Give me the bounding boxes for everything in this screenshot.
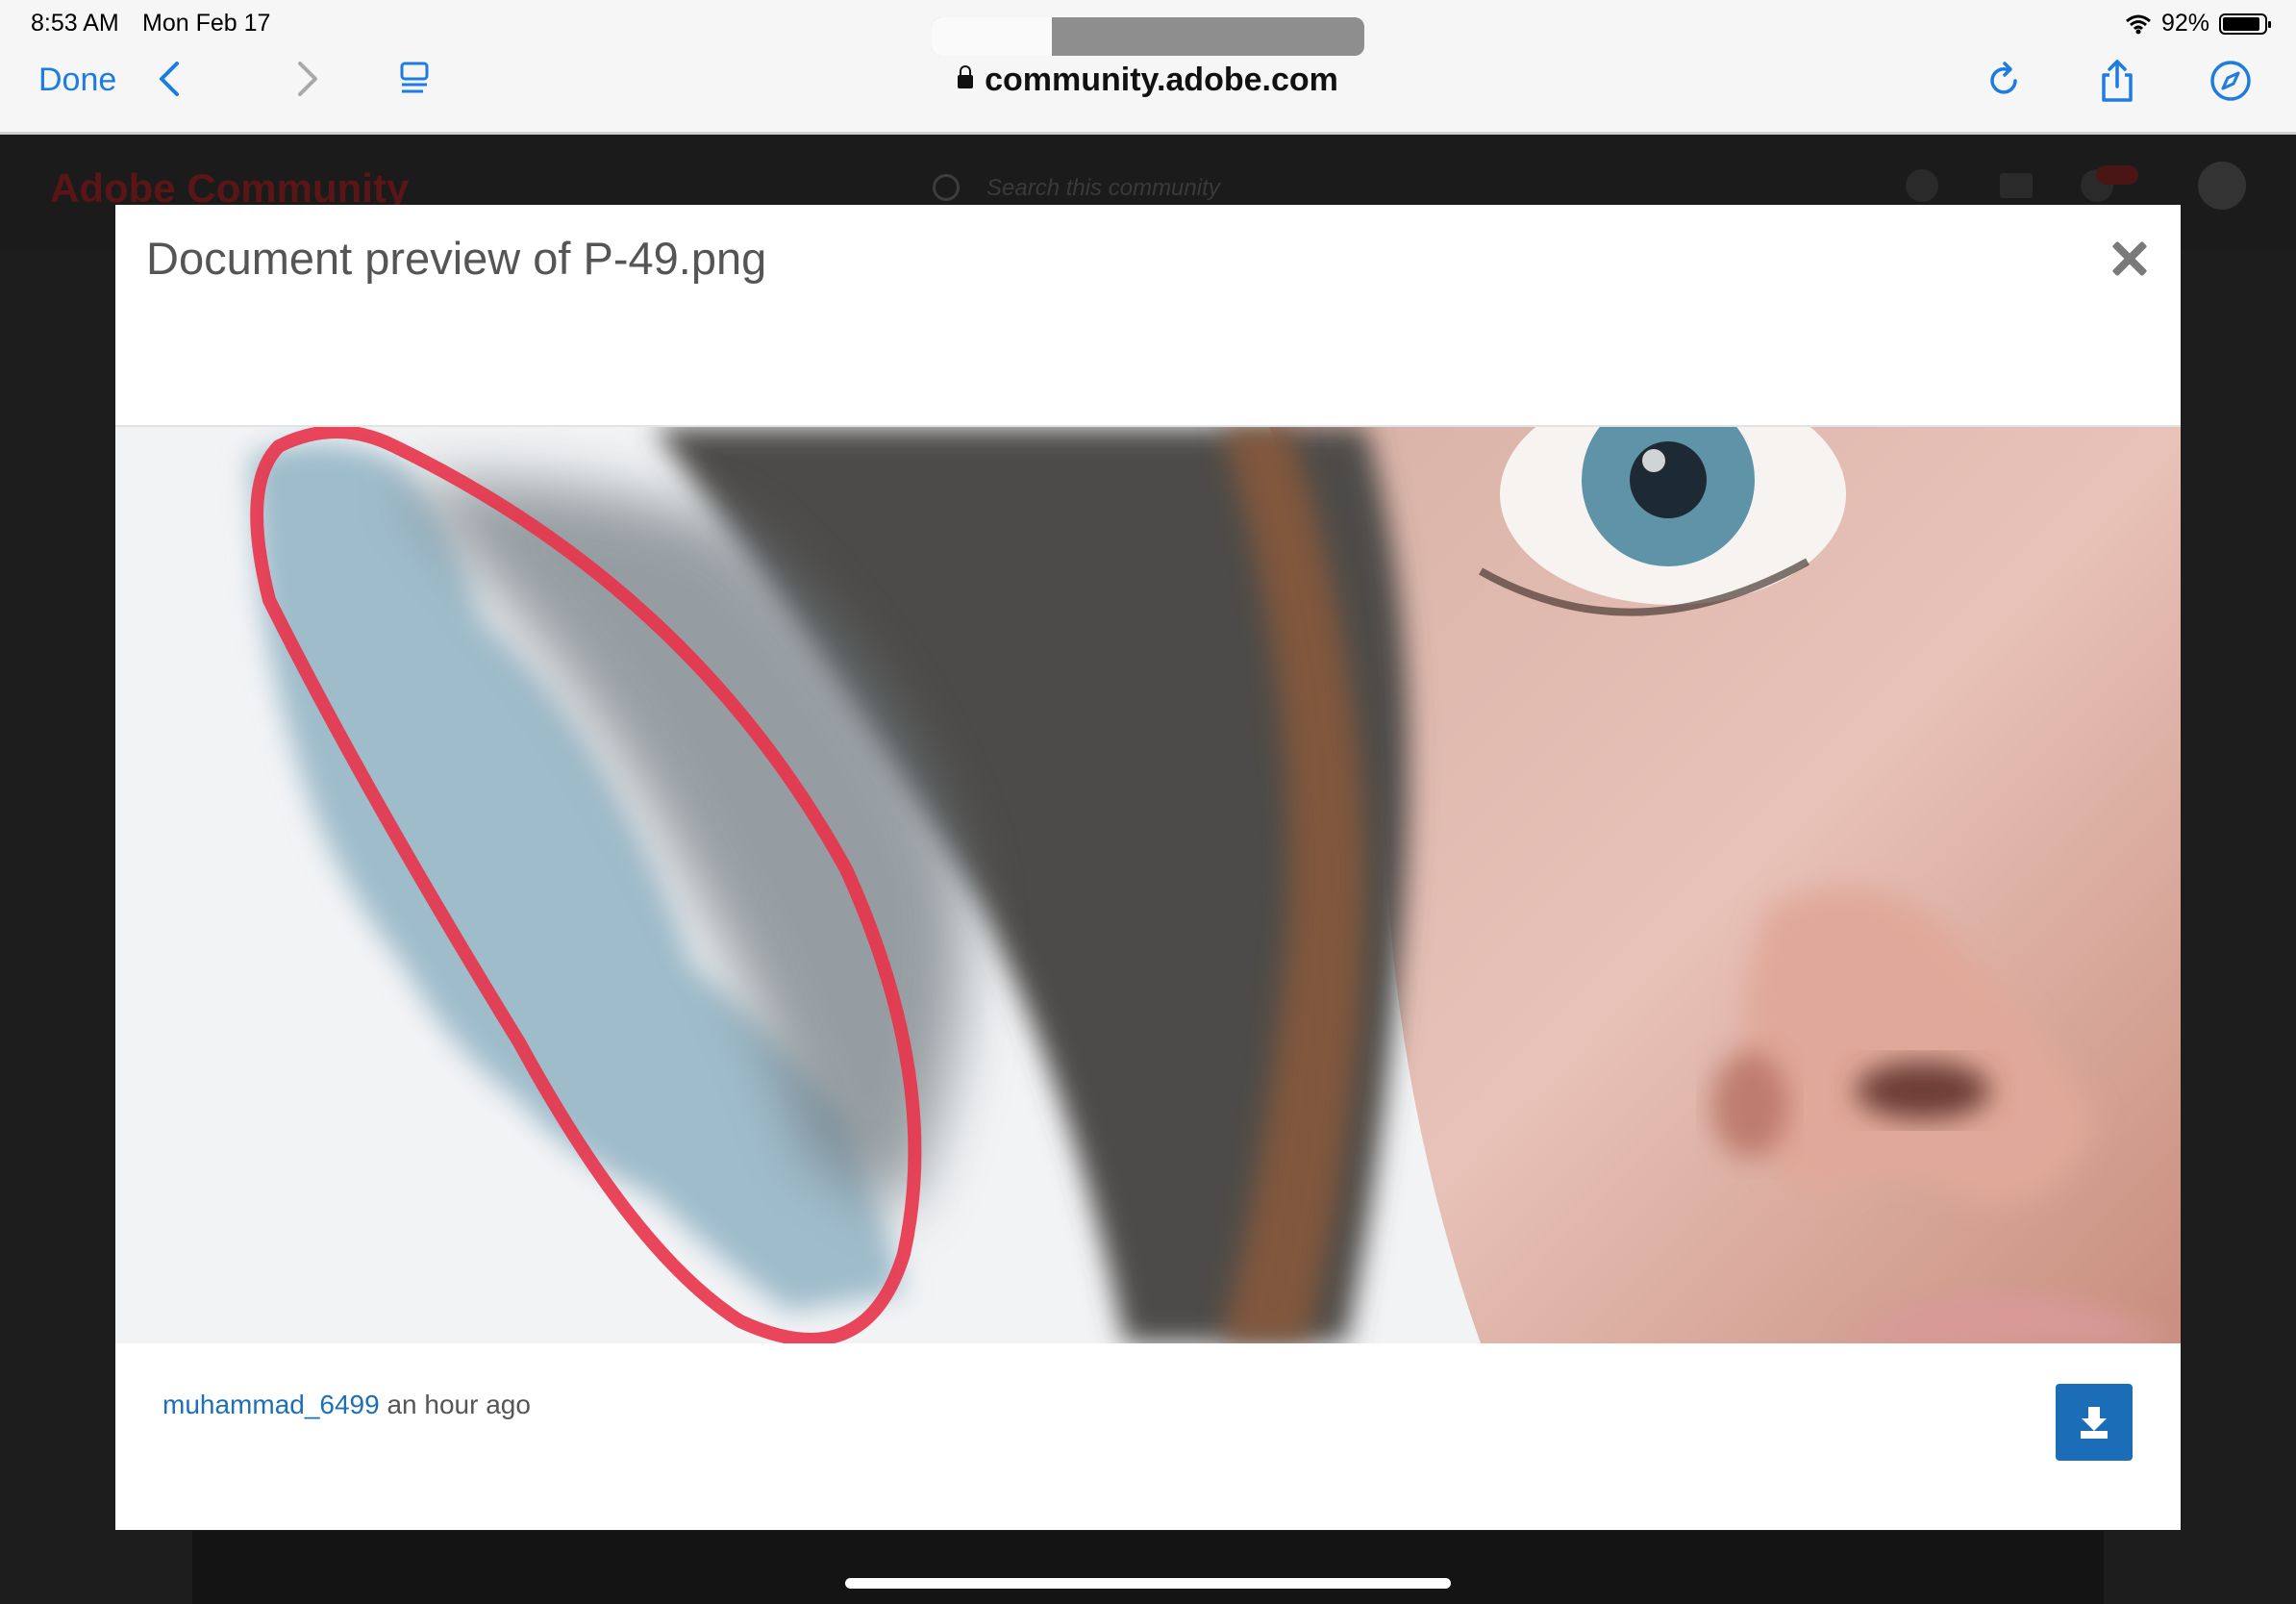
compass-icon[interactable] [2208, 58, 2254, 104]
lock-icon [958, 65, 974, 88]
reload-icon[interactable] [1981, 58, 2027, 104]
avatar [2198, 162, 2246, 210]
post-time: an hour ago [387, 1390, 531, 1419]
preview-meta: muhammad_6499 an hour ago [162, 1390, 531, 1420]
search-placeholder: Search this community [986, 175, 1220, 201]
author-link[interactable]: muhammad_6499 [162, 1390, 380, 1419]
share-icon[interactable] [2094, 58, 2140, 104]
background-content [192, 1531, 2104, 1604]
battery-icon [2219, 13, 2271, 35]
mail-icon [2000, 173, 2033, 198]
status-battery: 92% [2125, 10, 2271, 38]
status-time: 8:53 AM [31, 10, 119, 37]
address-bar[interactable]: community.adobe.com [0, 62, 2296, 99]
document-preview-modal: Document preview of P-49.png muhammad_64… [115, 205, 2181, 1530]
search-icon [933, 174, 960, 201]
wifi-icon [2125, 14, 2151, 34]
home-indicator[interactable] [845, 1578, 1451, 1589]
browser-toolbar: 8:53 AM Mon Feb 17 92% Done community.ad… [0, 0, 2296, 135]
url-text: community.adobe.com [985, 62, 1338, 98]
image-preview-illustration [115, 427, 2181, 1343]
battery-percent: 92% [2160, 10, 2209, 37]
download-icon [2081, 1407, 2108, 1439]
preview-image [115, 425, 2181, 1343]
globe-icon [1906, 169, 1938, 202]
download-button[interactable] [2056, 1384, 2133, 1461]
modal-title: Document preview of P-49.png [146, 233, 767, 284]
close-icon[interactable] [2109, 239, 2148, 278]
status-date: Mon Feb 17 [142, 10, 271, 37]
notification-badge [2096, 165, 2138, 185]
multitasking-pill[interactable] [932, 17, 1364, 56]
